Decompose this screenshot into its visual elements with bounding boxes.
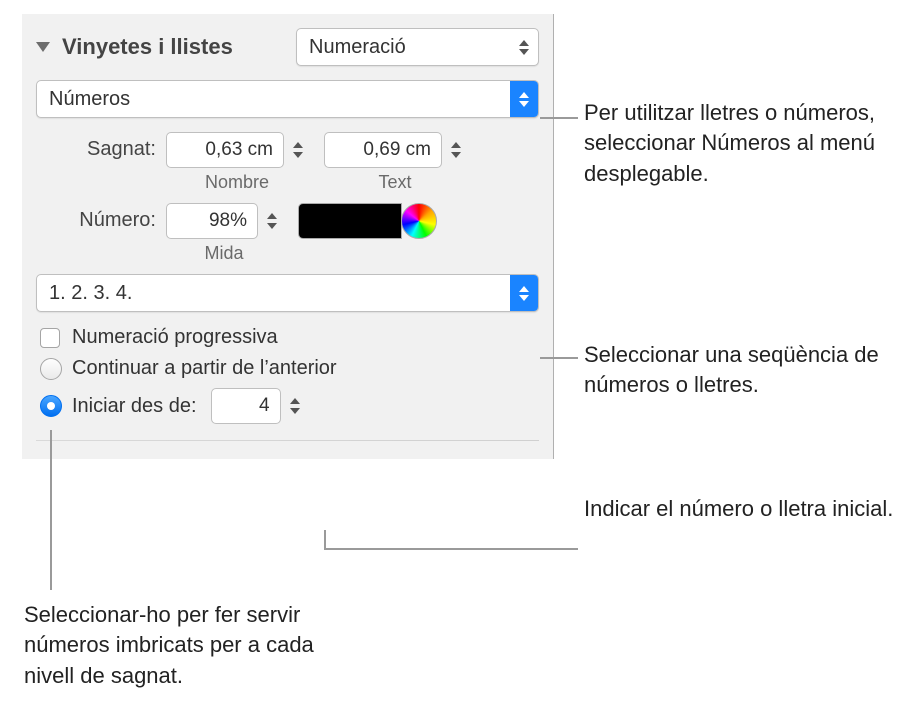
indent-text-field[interactable]	[324, 132, 442, 168]
disclosure-triangle-icon[interactable]	[36, 42, 50, 52]
callout-leader	[324, 530, 326, 550]
indent-number-field[interactable]	[166, 132, 284, 168]
updown-icon	[510, 29, 538, 65]
section-header: Vinyetes i llistes Numeració	[36, 28, 539, 66]
color-wheel-icon[interactable]	[401, 203, 437, 239]
sidebar-panel: Vinyetes i llistes Numeració Números Sag…	[22, 14, 554, 459]
callout-text: Indicar el número o lletra inicial.	[584, 494, 904, 524]
list-type-popup[interactable]: Numeració	[296, 28, 539, 66]
indent-row: Sagnat: Nombre Text	[36, 132, 539, 193]
indent-text-sublabel: Text	[378, 172, 411, 193]
sequence-value: 1. 2. 3. 4.	[37, 282, 510, 305]
number-style-value: Números	[37, 88, 510, 111]
section-title: Vinyetes i llistes	[62, 34, 233, 60]
callout-leader	[540, 117, 578, 119]
number-size-field[interactable]	[166, 203, 258, 239]
callout-leader	[540, 357, 578, 359]
color-swatch[interactable]	[298, 203, 402, 239]
list-type-value: Numeració	[297, 36, 510, 59]
number-size-row: Número: Mida	[36, 203, 539, 264]
updown-icon	[510, 275, 538, 311]
stepper-icon[interactable]	[262, 203, 282, 239]
number-style-popup[interactable]: Números	[36, 80, 539, 118]
startfrom-radio[interactable]	[40, 395, 62, 417]
startfrom-field[interactable]	[211, 388, 281, 424]
continue-radio[interactable]	[40, 358, 62, 380]
number-size-label: Número:	[36, 203, 166, 232]
callout-text: Seleccionar una seqüència de números o l…	[584, 340, 904, 401]
stepper-icon[interactable]	[285, 388, 305, 424]
updown-icon	[510, 81, 538, 117]
stepper-icon[interactable]	[288, 132, 308, 168]
callout-leader	[50, 430, 52, 590]
continue-radio-row: Continuar a partir de l’anterior	[40, 357, 539, 380]
number-size-sublabel: Mida	[204, 243, 243, 264]
continue-label: Continuar a partir de l’anterior	[72, 357, 337, 380]
progressive-label: Numeració progressiva	[72, 326, 278, 349]
sequence-popup[interactable]: 1. 2. 3. 4.	[36, 274, 539, 312]
stepper-icon[interactable]	[446, 132, 466, 168]
progressive-checkbox-row: Numeració progressiva	[40, 326, 539, 349]
startfrom-radio-row: Iniciar des de:	[40, 388, 539, 424]
callout-text: Per utilitzar lletres o números, selecci…	[584, 98, 904, 189]
startfrom-label: Iniciar des de:	[72, 395, 197, 418]
callout-leader	[324, 548, 578, 550]
progressive-checkbox[interactable]	[40, 328, 60, 348]
callout-text: Seleccionar-ho per fer servir números im…	[24, 600, 364, 691]
indent-number-sublabel: Nombre	[205, 172, 269, 193]
indent-label: Sagnat:	[36, 132, 166, 161]
divider	[36, 440, 539, 441]
